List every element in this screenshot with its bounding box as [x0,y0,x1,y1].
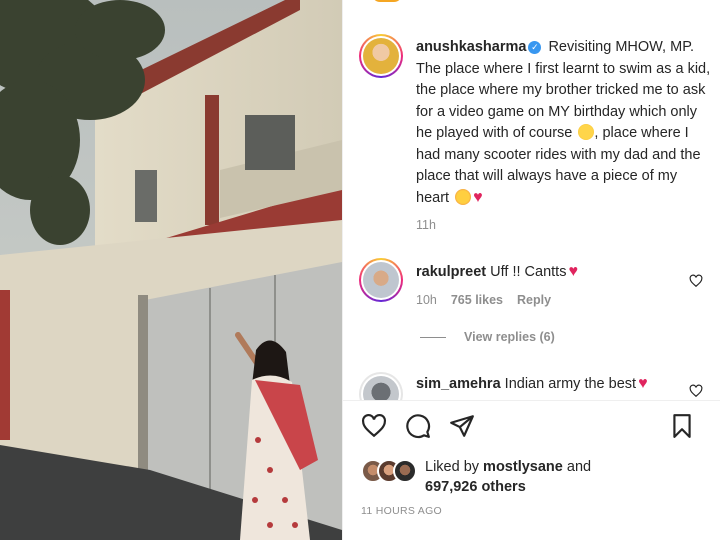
liker-avatar [393,459,417,483]
like-comment-heart-icon[interactable] [689,384,703,398]
post-photo[interactable] [0,0,342,540]
liked-by-conjunction: and [566,459,592,475]
commenter-avatar-sim-amehra[interactable] [359,372,403,400]
comment-icon[interactable] [405,413,431,439]
comment-rakulpreet: rakulpreet Uff !! Cantts ♥ 10h 765 likes Re… [416,262,686,310]
view-replies-label: View replies (6) [464,330,555,344]
instagram-post-view: anushkasharma ✓ Revisiting MHOW, MP. The … [0,0,720,540]
liked-by-user[interactable]: mostlysane [483,459,563,475]
bookmark-icon[interactable] [669,413,695,439]
post-sidebar: anushkasharma ✓ Revisiting MHOW, MP. The … [342,0,720,540]
red-heart-emoji-icon: ♥ [638,375,648,392]
like-comment-heart-icon[interactable] [689,274,703,288]
comment-likes[interactable]: 765 likes [451,293,503,307]
broken-heart-emoji-icon: ♥ [473,188,483,206]
share-icon[interactable] [449,413,475,439]
comments-list[interactable]: anushkasharma ✓ Revisiting MHOW, MP. The … [343,0,720,400]
verified-badge-icon: ✓ [528,41,542,54]
heart-icon[interactable] [361,413,387,439]
reply-button[interactable]: Reply [517,293,551,307]
liked-by-prefix: Liked by [425,459,480,475]
likes-summary: Liked by mostlysane and 697,926 others [425,457,591,497]
comment-username[interactable]: rakulpreet [416,264,486,280]
comment-time: 10h [416,293,437,307]
view-replies-button[interactable]: View replies (6) [420,330,555,344]
photo-illustration [0,0,342,540]
post-actions: Liked by mostlysane and 697,926 others 1… [343,400,720,540]
red-heart-emoji-icon: ♥ [568,263,578,280]
commenter-avatar-rakulpreet[interactable] [359,258,403,302]
liked-by-avatars[interactable] [361,457,419,489]
liked-by-others[interactable]: 697,926 others [425,479,526,495]
comment-sim-amehra: sim_amehra Indian army the best ♥ [416,374,686,394]
smiling-hearts-emoji-icon [455,188,472,205]
comment-body: Uff !! Cantts [490,264,567,280]
caption-username[interactable]: anushkasharma [416,39,526,55]
comment-username[interactable]: sim_amehra [416,376,501,392]
view-replies-line [420,336,446,338]
author-avatar[interactable] [359,34,403,78]
post-timestamp[interactable]: 11 HOURS AGO [361,505,442,517]
caption-time: 11h [416,218,436,232]
smirk-emoji-icon [578,124,595,140]
post-caption: anushkasharma ✓ Revisiting MHOW, MP. The … [416,37,714,237]
comment-body: Indian army the best [504,376,637,392]
